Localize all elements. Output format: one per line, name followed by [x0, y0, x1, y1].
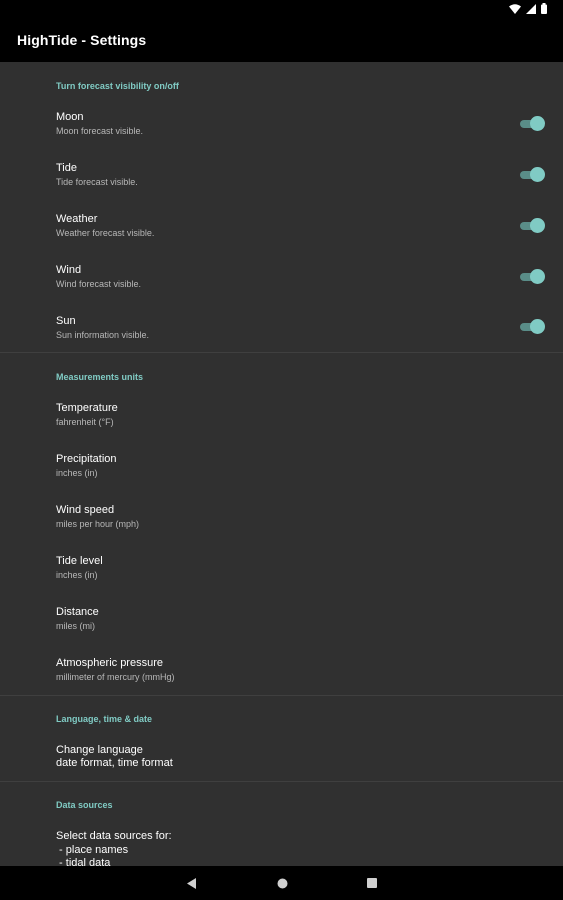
- setting-title: - place names: [56, 844, 129, 856]
- battery-icon: [541, 3, 547, 14]
- setting-subtitle: Wind forecast visible.: [56, 279, 142, 289]
- setting-subtitle: miles (mi): [56, 621, 95, 631]
- section-divider: [0, 695, 563, 696]
- setting-title: Wind: [56, 264, 82, 276]
- status-icons: [509, 3, 547, 14]
- tide-toggle-switch[interactable]: [520, 167, 545, 183]
- setting-title: - tidal data: [56, 857, 111, 866]
- setting-subtitle: inches (in): [56, 570, 98, 580]
- page-title: HighTide - Settings: [17, 32, 147, 48]
- navigation-bar: [0, 866, 563, 900]
- setting-subtitle: millimeter of mercury (mmHg): [56, 672, 175, 682]
- setting-subtitle: inches (in): [56, 468, 98, 478]
- setting-title: Tide: [56, 162, 77, 174]
- setting-title: Atmospheric pressure: [56, 657, 163, 669]
- status-bar: [0, 0, 563, 20]
- setting-title: Tide level: [56, 555, 103, 567]
- section-header-language: Language, time & date: [56, 714, 153, 724]
- app-bar: HighTide - Settings: [0, 20, 563, 62]
- setting-title: Change language: [56, 744, 143, 756]
- setting-title: Wind speed: [56, 504, 115, 516]
- setting-title: Select data sources for:: [56, 830, 172, 842]
- setting-subtitle: Weather forecast visible.: [56, 228, 155, 238]
- recents-button[interactable]: [365, 876, 379, 890]
- setting-title: Moon: [56, 111, 84, 123]
- signal-icon: [526, 3, 536, 14]
- setting-subtitle: miles per hour (mph): [56, 519, 140, 529]
- setting-title: Distance: [56, 606, 99, 618]
- wind-toggle-switch[interactable]: [520, 269, 545, 285]
- sun-toggle-switch[interactable]: [520, 319, 545, 335]
- moon-toggle-switch[interactable]: [520, 116, 545, 132]
- setting-title: Temperature: [56, 402, 118, 414]
- setting-subtitle: Tide forecast visible.: [56, 177, 138, 187]
- section-header-units: Measurements units: [56, 372, 144, 382]
- recents-icon: [367, 878, 377, 888]
- section-header-visibility: Turn forecast visibility on/off: [56, 81, 179, 91]
- home-button[interactable]: [275, 876, 289, 890]
- section-divider: [0, 352, 563, 353]
- setting-title: Weather: [56, 213, 98, 225]
- setting-title: date format, time format: [56, 757, 173, 769]
- setting-subtitle: fahrenheit (°F): [56, 417, 114, 427]
- weather-toggle-switch[interactable]: [520, 218, 545, 234]
- back-icon: [187, 877, 196, 889]
- setting-title: Precipitation: [56, 453, 117, 465]
- home-icon: [277, 878, 287, 888]
- setting-title: Sun: [56, 315, 76, 327]
- setting-subtitle: Sun information visible.: [56, 330, 150, 340]
- back-button[interactable]: [185, 876, 199, 890]
- section-divider: [0, 781, 563, 782]
- setting-subtitle: Moon forecast visible.: [56, 126, 144, 136]
- wifi-icon: [509, 3, 521, 14]
- settings-list[interactable]: Turn forecast visibility on/off Moon Moo…: [0, 62, 563, 866]
- section-header-data-sources: Data sources: [56, 800, 113, 810]
